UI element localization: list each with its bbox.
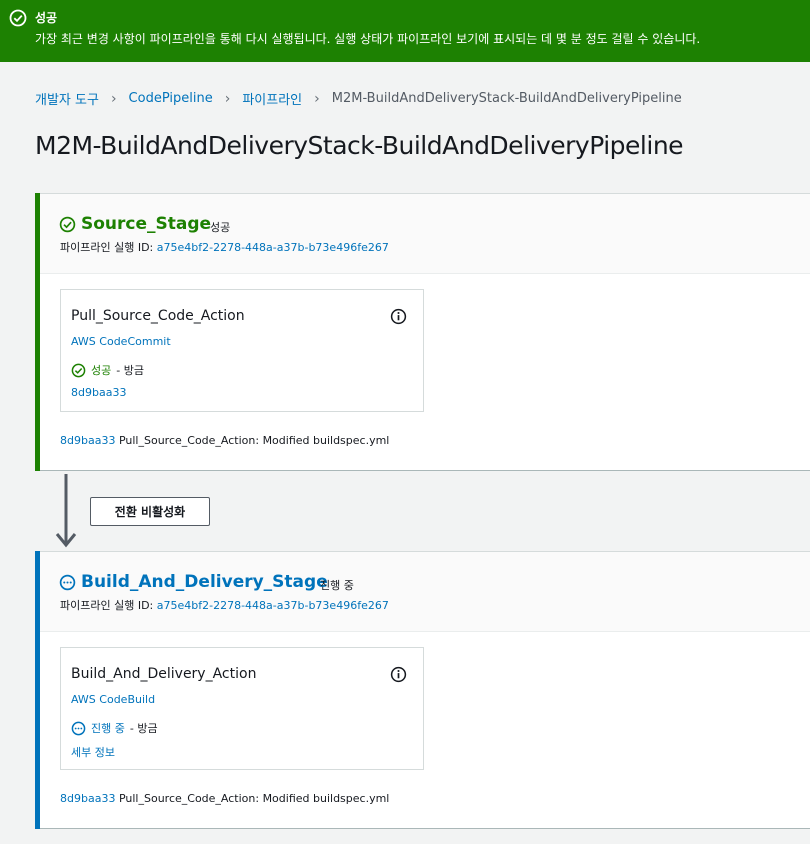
execution-id-row: 파이프라인 실행 ID: a75e4bf2-2278-448a-a37b-b73… <box>60 239 389 255</box>
stage-name: Build_And_Delivery_Stage <box>81 572 328 592</box>
stage-header: Build_And_Delivery_Stage 진행 중 파이프라인 실행 I… <box>40 552 810 632</box>
stage-status: 성공 <box>210 221 231 234</box>
execution-id-label: 파이프라인 실행 ID: <box>60 241 154 254</box>
check-circle-icon <box>59 216 76 233</box>
execution-id-label: 파이프라인 실행 ID: <box>60 599 154 612</box>
commit-id-link[interactable]: 8d9baa33 <box>60 434 115 447</box>
action-name: Build_And_Delivery_Action <box>71 666 257 682</box>
flash-title: 성공 <box>35 11 58 25</box>
action-status-row: 성공 - 방금 <box>71 362 144 378</box>
action-status: 성공 <box>91 364 112 377</box>
stage-status: 진행 중 <box>320 579 354 592</box>
action-provider-link[interactable]: AWS CodeCommit <box>71 335 171 348</box>
info-icon[interactable] <box>390 308 407 325</box>
check-circle-icon <box>71 363 86 377</box>
chevron-right-icon: › <box>110 90 117 107</box>
info-icon[interactable] <box>390 666 407 683</box>
execution-id-link[interactable]: a75e4bf2-2278-448a-a37b-b73e496fe267 <box>157 241 389 254</box>
commit-message: Pull_Source_Code_Action: Modified builds… <box>118 434 390 447</box>
commit-message: Pull_Source_Code_Action: Modified builds… <box>118 792 390 805</box>
action-status-row: 진행 중 - 방금 <box>71 720 158 736</box>
action-status: 진행 중 <box>91 722 125 735</box>
commit-link[interactable]: 8d9baa33 <box>71 386 126 399</box>
action-time: - 방금 <box>116 364 144 377</box>
stage-build-and-delivery: Build_And_Delivery_Stage 진행 중 파이프라인 실행 I… <box>35 551 810 829</box>
breadcrumb-pipelines[interactable]: 파이프라인 <box>242 89 302 108</box>
action-name: Pull_Source_Code_Action <box>71 308 245 324</box>
execution-id-row: 파이프라인 실행 ID: a75e4bf2-2278-448a-a37b-b73… <box>60 597 389 613</box>
commit-row: 8d9baa33 Pull_Source_Code_Action: Modifi… <box>60 434 389 447</box>
stage-source: Source_Stage 성공 파이프라인 실행 ID: a75e4bf2-22… <box>35 193 810 471</box>
chevron-right-icon: › <box>224 90 231 107</box>
action-provider-link[interactable]: AWS CodeBuild <box>71 693 155 706</box>
breadcrumb-current: M2M-BuildAndDeliveryStack-BuildAndDelive… <box>331 91 682 106</box>
in-progress-icon <box>71 721 86 735</box>
execution-id-link[interactable]: a75e4bf2-2278-448a-a37b-b73e496fe267 <box>157 599 389 612</box>
commit-id-link[interactable]: 8d9baa33 <box>60 792 115 805</box>
breadcrumb-codepipeline[interactable]: CodePipeline <box>129 91 213 106</box>
check-circle-icon <box>9 9 27 27</box>
breadcrumb: 개발자 도구 › CodePipeline › 파이프라인 › M2M-Buil… <box>35 89 682 109</box>
in-progress-icon <box>59 574 76 591</box>
stage-name: Source_Stage <box>81 214 212 234</box>
action-card: Pull_Source_Code_Action AWS CodeCommit 성… <box>60 289 424 412</box>
chevron-right-icon: › <box>314 90 320 107</box>
flash-message: 가장 최근 변경 사항이 파이프라인을 통해 다시 실행됩니다. 실행 상태가 … <box>35 32 701 46</box>
details-link[interactable]: 세부 정보 <box>71 744 115 760</box>
breadcrumb-developer-tools[interactable]: 개발자 도구 <box>35 89 99 108</box>
action-card: Build_And_Delivery_Action AWS CodeBuild … <box>60 647 424 770</box>
stage-header: Source_Stage 성공 파이프라인 실행 ID: a75e4bf2-22… <box>40 194 810 274</box>
disable-transition-button[interactable]: 전환 비활성화 <box>90 497 210 526</box>
success-flashbar: 성공 가장 최근 변경 사항이 파이프라인을 통해 다시 실행됩니다. 실행 상… <box>0 0 810 62</box>
arrow-down-icon <box>55 474 77 548</box>
action-time: - 방금 <box>129 722 158 735</box>
commit-row: 8d9baa33 Pull_Source_Code_Action: Modifi… <box>60 792 389 805</box>
page-title: M2M-BuildAndDeliveryStack-BuildAndDelive… <box>35 131 684 160</box>
